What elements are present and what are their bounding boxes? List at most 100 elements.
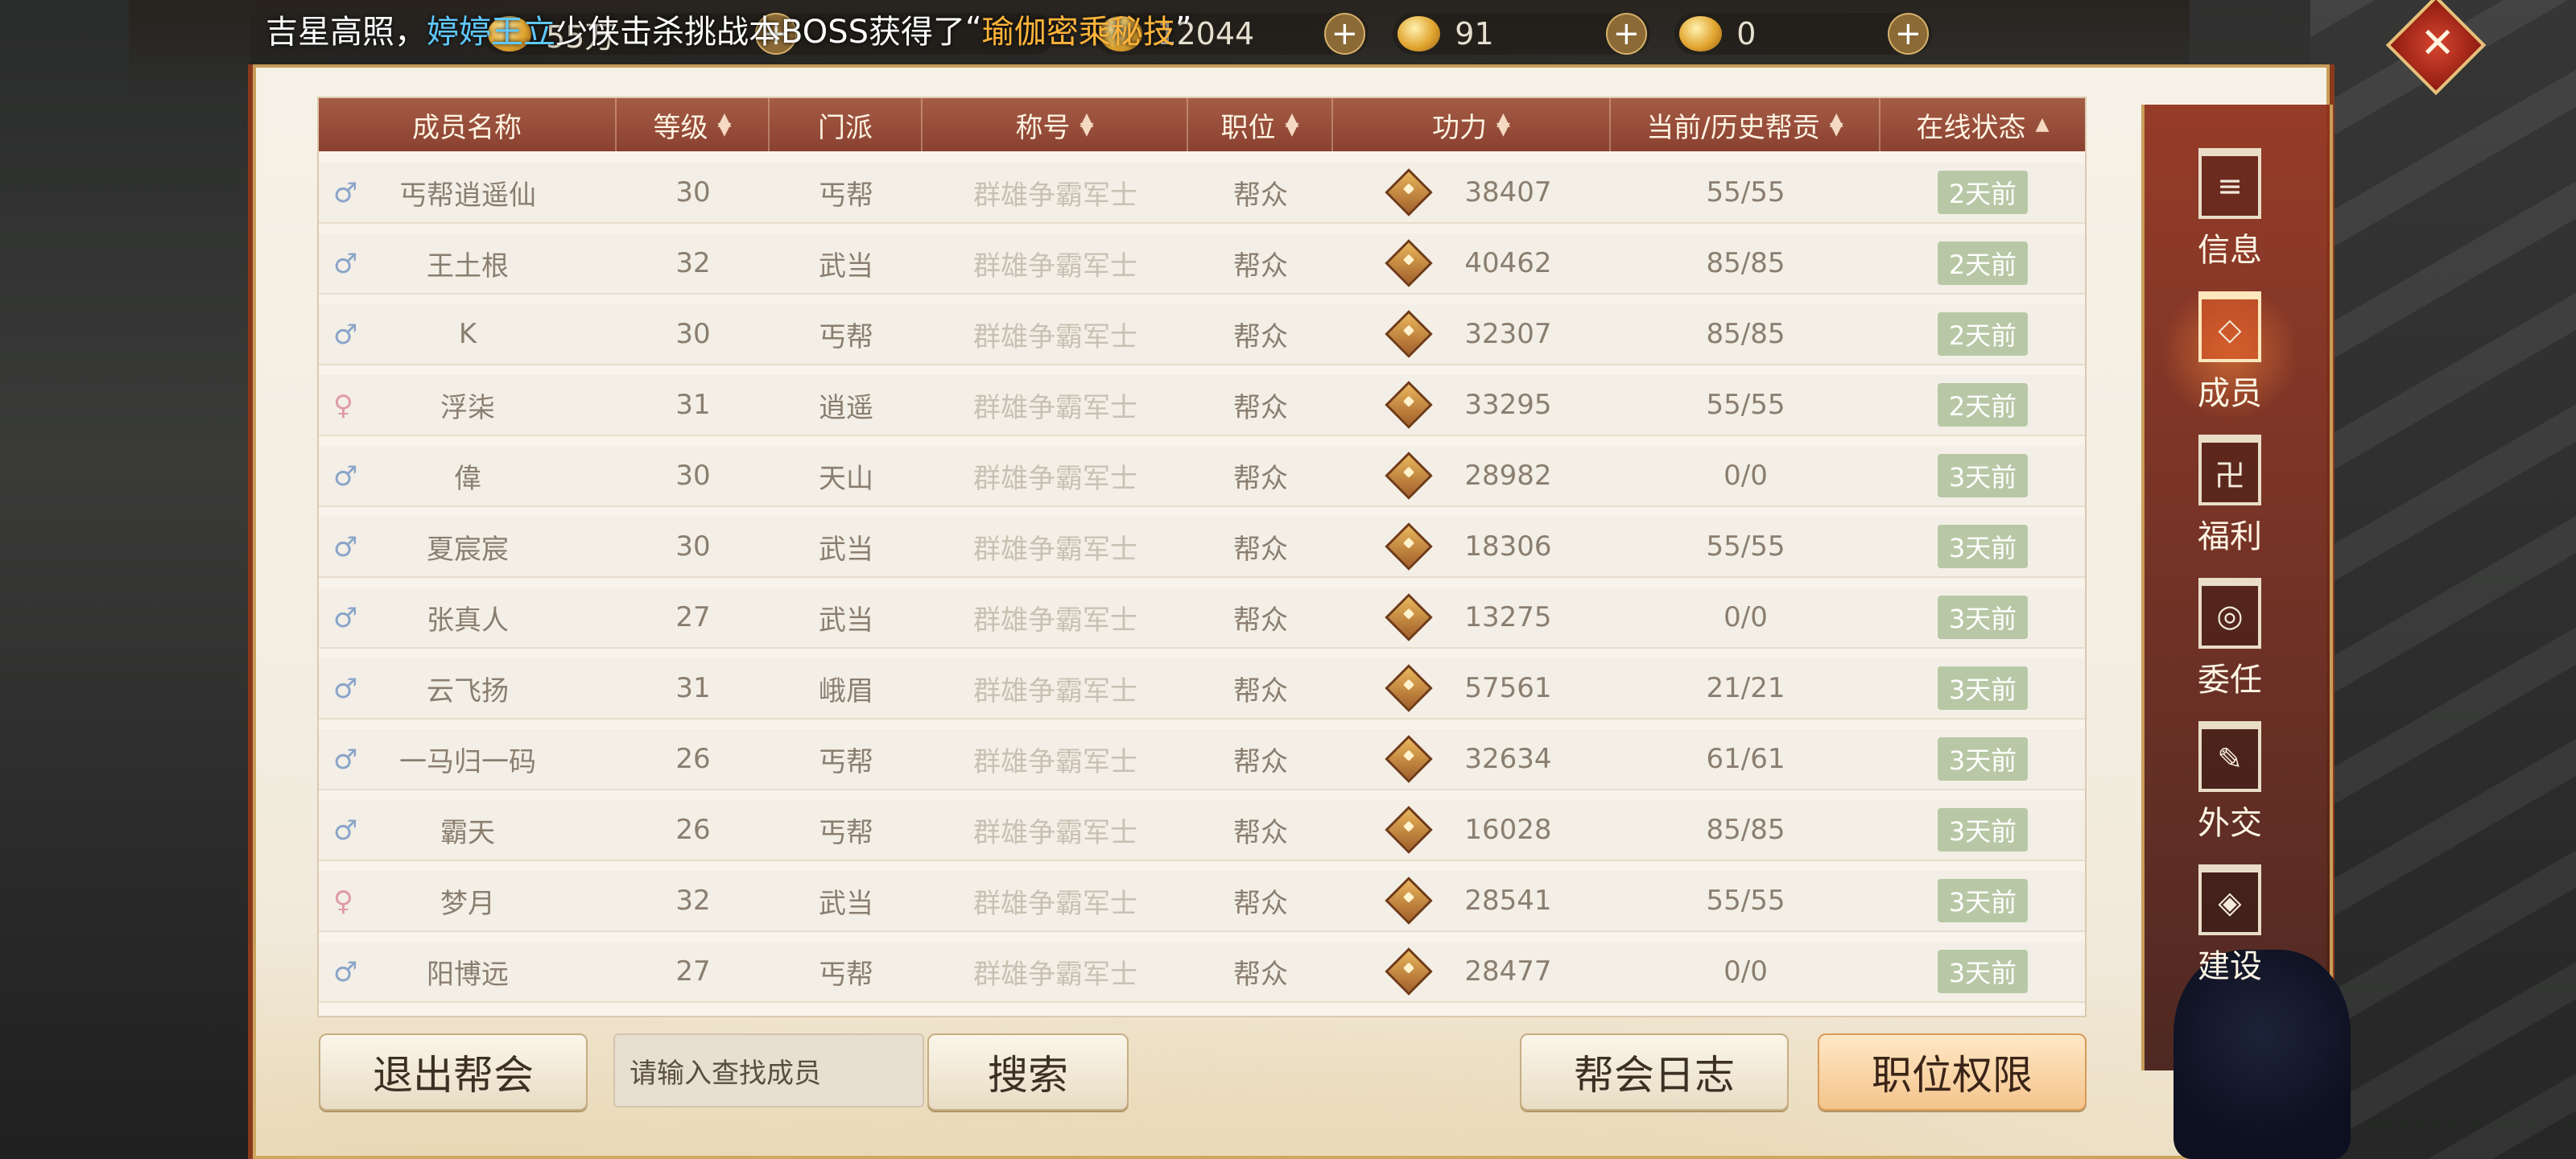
guild-log-button[interactable]: 帮会日志 [1520,1033,1789,1111]
table-row[interactable]: ♀ 梦月 32 武当 群雄争霸军士 帮众 28541 55/55 3天前 [319,871,2085,932]
cell-level: 26 [675,743,711,775]
add-gold-button[interactable]: + [1605,13,1647,55]
welfare-icon: 卍 [2198,435,2261,505]
search-label: 搜索 [988,1052,1068,1099]
nav-diplomacy[interactable]: ✎ 外交 [2157,718,2302,847]
table-row[interactable]: ♂ 丐帮逍遥仙 30 丐帮 群雄争霸军士 帮众 38407 55/55 2天前 [319,163,2085,224]
table-row[interactable]: ♂ K 30 丐帮 群雄争霸军士 帮众 32307 85/85 2天前 [319,304,2085,365]
quit-guild-button[interactable]: 退出帮会 [319,1033,588,1111]
cell-status: 3天前 [1880,800,2085,860]
power-icon [1385,310,1434,358]
cell-level: 27 [675,955,711,988]
cell-name: 浮柒 [440,391,495,424]
cell-position: 帮众 [1233,887,1288,920]
table-row[interactable]: ♂ 夏宸宸 30 武当 群雄争霸军士 帮众 18306 55/55 3天前 [319,517,2085,578]
nav-welfare[interactable]: 卍 福利 [2157,431,2302,560]
table-row[interactable]: ♂ 霸天 26 丐帮 群雄争霸军士 帮众 16028 85/85 3天前 [319,800,2085,861]
member-list: ♂ 丐帮逍遥仙 30 丐帮 群雄争霸军士 帮众 38407 55/55 2天前 ♂ 王土根 32 武当群… [319,163,2085,1013]
nav-members[interactable]: ◇ 成员 [2157,288,2302,417]
cell-name: 王土根 [427,250,509,283]
header-power[interactable]: 功力 ▲ ▼ [1333,98,1611,151]
cell-contrib: 0/0 [1724,601,1768,633]
ticker-item[interactable]: 瑜伽密乘秘技 [982,6,1175,52]
build-icon: ◈ [2198,864,2261,935]
header-position-label: 职位 [1220,111,1276,144]
member-search-input[interactable]: 请输入查找成员 [613,1033,924,1107]
table-row[interactable]: ♂ 王土根 32 武当 群雄争霸军士 帮众 40462 85/85 2天前 [319,233,2085,295]
table-row[interactable]: ♂ 一马归一码 26 丐帮 群雄争霸军士 帮众 32634 61/61 3天前 [319,729,2085,790]
cell-contrib: 85/85 [1706,247,1785,279]
power-icon [1385,664,1434,712]
nav-members-label: 成员 [2198,375,2262,412]
cell-status: 3天前 [1880,871,2085,930]
header-title[interactable]: 称号 ▲ ▼ [923,98,1188,151]
cell-name: 梦月 [440,887,495,920]
header-level[interactable]: 等级 ▲ ▼ [617,98,770,151]
header-position[interactable]: 职位 ▲ ▼ [1188,98,1333,151]
cell-sect: 武当 [819,887,873,920]
side-nav: ≡ 信息 ◇ 成员 卍 福利 ◎ 委任 ✎ 外交 ◈ 建设 [2157,145,2302,998]
cell-title: 群雄争霸军士 [973,462,1137,495]
cell-position: 帮众 [1233,745,1288,778]
table-row[interactable]: ♀ 浮柒 31 逍遥 群雄争霸军士 帮众 33295 55/55 2天前 [319,375,2085,436]
position-permission-label: 职位权限 [1872,1052,2033,1099]
cell-sect: 峨眉 [819,674,873,707]
ticker-player[interactable]: 婷婷王立 [427,6,555,52]
cell-level: 27 [675,601,711,633]
cell-level: 32 [675,247,711,279]
nav-welfare-label: 福利 [2198,518,2262,555]
power-value: 28982 [1464,460,1552,492]
cell-title: 群雄争霸军士 [973,604,1137,637]
table-row[interactable]: ♂ 张真人 27 武当 群雄争霸军士 帮众 13275 0/0 3天前 [319,588,2085,649]
header-contrib[interactable]: 当前/历史帮贡 ▲ ▼ [1611,98,1880,151]
cell-contrib: 0/0 [1724,955,1768,988]
cell-status: 2天前 [1880,163,2085,222]
power-icon [1385,947,1434,996]
status-badge: 2天前 [1937,241,2029,285]
cell-contrib: 55/55 [1706,885,1785,917]
background-left [0,0,250,1159]
nav-appoint-label: 委任 [2198,662,2262,699]
add-silver-button[interactable]: + [1323,13,1366,55]
cell-name: 霸天 [440,816,495,849]
table-header: 成员名称 等级 ▲ ▼ 门派 称号 ▲ ▼ 职位 ▲ ▼ 功力 ▲ ▼ 当前/历史帮贡 ▲ ▼ 在线… [319,98,2085,151]
power-value: 32634 [1464,743,1552,775]
header-name-label: 成员名称 [412,111,522,144]
cell-power: 13275 [1333,588,1611,647]
male-icon: ♂ [333,602,358,634]
cell-name: 偉 [454,462,481,495]
power-icon [1385,522,1434,571]
cell-sect: 丐帮 [819,816,873,849]
nav-appoint[interactable]: ◎ 委任 [2157,575,2302,703]
nav-build[interactable]: ◈ 建设 [2157,861,2302,990]
table-row[interactable]: ♂ 云飞扬 31 峨眉 群雄争霸军士 帮众 57561 21/21 3天前 [319,658,2085,720]
header-status[interactable]: 在线状态 ▲ [1880,98,2085,151]
sort-icon: ▲ ▼ [717,109,732,139]
header-name[interactable]: 成员名称 [319,98,617,151]
cell-position: 帮众 [1233,320,1288,353]
power-icon [1385,876,1434,925]
position-permission-button[interactable]: 职位权限 [1818,1033,2087,1111]
currency-gold: 91 + [1393,13,1650,55]
power-value: 32307 [1464,318,1552,350]
nav-info[interactable]: ≡ 信息 [2157,145,2302,274]
cell-title: 群雄争霸军士 [973,674,1137,707]
header-contrib-label: 当前/历史帮贡 [1646,111,1820,144]
header-title-label: 称号 [1015,111,1071,144]
nav-info-label: 信息 [2198,232,2262,269]
power-value: 13275 [1464,601,1552,633]
cell-contrib: 61/61 [1706,743,1785,775]
cell-position: 帮众 [1233,816,1288,849]
power-icon [1385,735,1434,783]
table-row[interactable]: ♂ 阳博远 27 丐帮 群雄争霸军士 帮众 28477 0/0 3天前 [319,942,2085,1003]
search-button[interactable]: 搜索 [927,1033,1129,1111]
cell-contrib: 55/55 [1706,176,1785,208]
cell-contrib: 85/85 [1706,318,1785,350]
header-sect-label: 门派 [818,111,873,144]
cell-level: 30 [675,460,711,492]
table-row[interactable]: ♂ 偉 30 天山 群雄争霸军士 帮众 28982 0/0 3天前 [319,446,2085,507]
appoint-icon: ◎ [2198,578,2261,649]
status-badge: 2天前 [1937,383,2029,427]
cell-name: 阳博远 [427,958,509,991]
add-ingot-button[interactable]: + [1887,13,1929,55]
